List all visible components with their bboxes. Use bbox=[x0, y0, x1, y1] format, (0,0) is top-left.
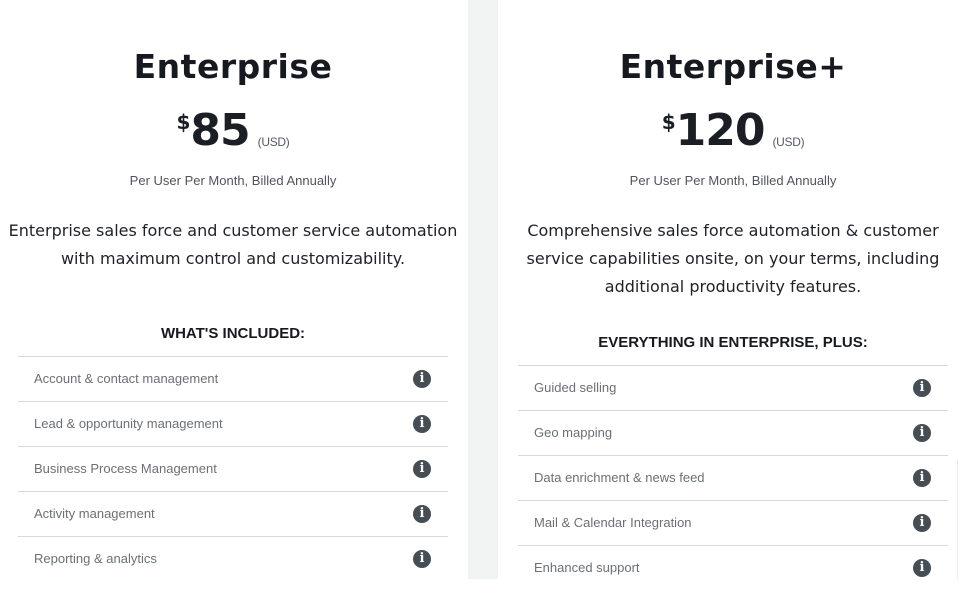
feature-item: Lead & opportunity management i bbox=[18, 401, 448, 446]
info-icon[interactable]: i bbox=[913, 379, 931, 397]
plan-price: $120 (USD) bbox=[518, 104, 948, 158]
feature-item: Mail & Calendar Integration i bbox=[518, 500, 948, 545]
plan-card-enterprise-plus: Enterprise+ $120 (USD) Per User Per Month… bbox=[518, 0, 948, 579]
info-icon[interactable]: i bbox=[413, 550, 431, 568]
feature-label: Activity management bbox=[34, 506, 155, 521]
feature-item: Reporting & analytics i bbox=[18, 536, 448, 581]
price-amount: 85 bbox=[190, 105, 250, 156]
info-icon[interactable]: i bbox=[913, 559, 931, 577]
info-icon[interactable]: i bbox=[413, 370, 431, 388]
plan-card-enterprise: Enterprise $85 (USD) Per User Per Month, … bbox=[9, 0, 457, 581]
currency-symbol: $ bbox=[661, 110, 676, 134]
feature-label: Business Process Management bbox=[34, 461, 217, 476]
features-heading: EVERYTHING IN ENTERPRISE, PLUS: bbox=[598, 334, 868, 351]
feature-label: Enhanced support bbox=[534, 560, 640, 575]
plan-description: Comprehensive sales force automation & c… bbox=[526, 221, 940, 296]
feature-list: Account & contact management i Lead & op… bbox=[18, 356, 448, 581]
feature-label: Mail & Calendar Integration bbox=[534, 515, 692, 530]
feature-list: Guided selling i Geo mapping i Data enri… bbox=[518, 365, 948, 590]
info-icon[interactable]: i bbox=[913, 469, 931, 487]
currency-symbol: $ bbox=[176, 110, 191, 134]
feature-item: Account & contact management i bbox=[18, 356, 448, 401]
features-heading: WHAT'S INCLUDED: bbox=[160, 325, 306, 342]
plan-title: Enterprise bbox=[133, 47, 333, 86]
billing-terms: Per User Per Month, Billed Annually bbox=[629, 173, 837, 188]
info-icon[interactable]: i bbox=[413, 415, 431, 433]
currency-unit: (USD) bbox=[257, 135, 290, 149]
feature-item: Data enrichment & news feed i bbox=[518, 455, 948, 500]
plan-title: Enterprise+ bbox=[619, 47, 847, 86]
feature-label: Data enrichment & news feed bbox=[534, 470, 705, 485]
edge-divider bbox=[957, 460, 958, 579]
plan-price: $85 (USD) bbox=[18, 104, 448, 158]
feature-item: Activity management i bbox=[18, 491, 448, 536]
feature-item: Guided selling i bbox=[518, 365, 948, 410]
feature-item: Business Process Management i bbox=[18, 446, 448, 491]
billing-terms: Per User Per Month, Billed Annually bbox=[129, 173, 337, 188]
info-icon[interactable]: i bbox=[413, 460, 431, 478]
feature-label: Guided selling bbox=[534, 380, 617, 395]
feature-item: Geo mapping i bbox=[518, 410, 948, 455]
feature-label: Geo mapping bbox=[534, 425, 613, 440]
feature-label: Account & contact management bbox=[34, 371, 219, 386]
info-icon[interactable]: i bbox=[913, 514, 931, 532]
feature-item: Enhanced support i bbox=[518, 545, 948, 590]
price-amount: 120 bbox=[675, 105, 766, 156]
plan-description: Enterprise sales force and customer serv… bbox=[8, 221, 458, 268]
column-gap bbox=[468, 0, 498, 579]
feature-label: Lead & opportunity management bbox=[34, 416, 223, 431]
info-icon[interactable]: i bbox=[913, 424, 931, 442]
currency-unit: (USD) bbox=[772, 135, 805, 149]
feature-label: Reporting & analytics bbox=[34, 551, 157, 566]
info-icon[interactable]: i bbox=[413, 505, 431, 523]
